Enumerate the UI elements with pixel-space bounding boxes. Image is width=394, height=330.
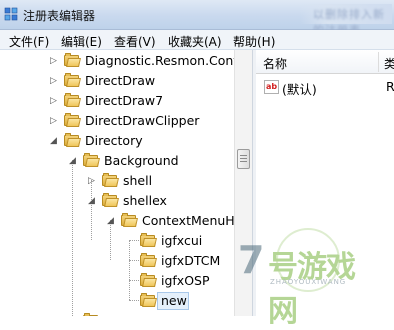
tree-item-directdrawclipper[interactable]: ▷ DirectDrawClipper bbox=[0, 111, 234, 131]
title-bar[interactable]: 注册表编辑器 以删除排入新的注册表... bbox=[0, 0, 394, 37]
expand-arrow-icon[interactable]: ▷ bbox=[88, 176, 98, 186]
tree-item-label: DirectDraw7 bbox=[85, 93, 164, 108]
column-separator[interactable] bbox=[378, 52, 379, 72]
values-list-pane[interactable]: 名称 类 ab (默认) R bbox=[256, 50, 394, 316]
expand-arrow-icon[interactable]: ▷ bbox=[50, 56, 60, 66]
tree-item-label: igfxcui bbox=[161, 233, 203, 248]
folder-icon bbox=[64, 53, 81, 67]
folder-icon bbox=[102, 173, 119, 187]
scrollbar-grip bbox=[240, 158, 247, 159]
tree-item-diagnostic-resmon-config[interactable]: ▷ Diagnostic.Resmon.Config bbox=[0, 51, 249, 71]
tree-item-label: DirectDrawClipper bbox=[85, 113, 200, 128]
tree-item-label: igfxDTCM bbox=[161, 253, 221, 268]
collapse-arrow-icon[interactable]: ◢ bbox=[69, 156, 79, 166]
column-header-type[interactable]: 类 bbox=[384, 55, 394, 72]
tree-item-label: shell bbox=[123, 173, 153, 188]
window-title: 注册表编辑器 bbox=[23, 9, 96, 23]
tree-item-partial bbox=[0, 311, 234, 316]
tree-item-new-selected[interactable]: new bbox=[0, 291, 234, 311]
column-header-row: 名称 类 bbox=[256, 50, 394, 74]
ab-string-icon: ab bbox=[264, 80, 279, 94]
scrollbar-grip bbox=[240, 161, 247, 162]
tree-item-label: new bbox=[161, 293, 187, 308]
tree-item-igfxosp[interactable]: igfxOSP bbox=[0, 271, 234, 291]
tree-item-directory[interactable]: ◢ Directory bbox=[0, 131, 234, 151]
collapse-arrow-icon[interactable]: ◢ bbox=[88, 196, 98, 206]
tree-item-igfxcui[interactable]: igfxcui bbox=[0, 231, 234, 251]
tree-item-igfxdtcm[interactable]: igfxDTCM bbox=[0, 251, 234, 271]
folder-icon bbox=[64, 133, 81, 147]
tree-item-shell[interactable]: ▷ shell bbox=[0, 171, 234, 191]
folder-icon bbox=[140, 293, 157, 307]
scrollbar-thumb[interactable] bbox=[237, 149, 250, 169]
folder-icon bbox=[83, 153, 100, 167]
folder-icon bbox=[140, 253, 157, 267]
folder-icon bbox=[121, 213, 138, 227]
menu-favorites[interactable]: 收藏夹(A) bbox=[168, 33, 222, 50]
value-type: R bbox=[386, 79, 394, 94]
tree-item-contextmenuhandlers[interactable]: ◢ ContextMenuHa bbox=[0, 211, 242, 231]
tree-item-label: shellex bbox=[123, 193, 167, 208]
column-header-name[interactable]: 名称 bbox=[263, 55, 287, 72]
registry-editor-icon bbox=[4, 7, 18, 21]
menu-bar: 文件(F) 编辑(E) 查看(V) 收藏夹(A) 帮助(H) bbox=[0, 30, 394, 50]
folder-icon bbox=[140, 233, 157, 247]
folder-icon bbox=[64, 113, 81, 127]
folder-icon bbox=[140, 273, 157, 287]
folder-icon bbox=[64, 93, 81, 107]
scrollbar-grip bbox=[240, 155, 247, 156]
tree-item-shellex[interactable]: ◢ shellex bbox=[0, 191, 234, 211]
menu-view[interactable]: 查看(V) bbox=[114, 33, 156, 50]
tree-item-background[interactable]: ◢ Background bbox=[0, 151, 234, 171]
collapse-arrow-icon[interactable]: ◢ bbox=[107, 216, 117, 226]
menu-help[interactable]: 帮助(H) bbox=[233, 33, 275, 50]
menu-file[interactable]: 文件(F) bbox=[9, 33, 49, 50]
collapse-arrow-icon[interactable]: ◢ bbox=[50, 136, 60, 146]
registry-tree-pane[interactable]: ▷ Diagnostic.Resmon.Config ▷ DirectDraw … bbox=[0, 50, 252, 316]
expand-arrow-icon[interactable]: ▷ bbox=[50, 76, 60, 86]
folder-icon bbox=[102, 193, 119, 207]
tree-item-directdraw[interactable]: ▷ DirectDraw bbox=[0, 71, 234, 91]
tree-item-label: ContextMenuHa bbox=[142, 213, 243, 228]
tree-vertical-scrollbar[interactable] bbox=[234, 50, 252, 316]
tree-item-label: igfxOSP bbox=[161, 273, 210, 288]
tree-item-label: Background bbox=[104, 153, 179, 168]
menu-edit[interactable]: 编辑(E) bbox=[61, 33, 102, 50]
tree-item-label: Diagnostic.Resmon.Config bbox=[85, 53, 250, 68]
expand-arrow-icon[interactable]: ▷ bbox=[50, 116, 60, 126]
expand-arrow-icon[interactable]: ▷ bbox=[50, 96, 60, 106]
tree-item-directdraw7[interactable]: ▷ DirectDraw7 bbox=[0, 91, 234, 111]
tree-item-label: DirectDraw bbox=[85, 73, 156, 88]
folder-icon bbox=[64, 73, 81, 87]
tree-item-label: Directory bbox=[85, 133, 143, 148]
value-name: (默认) bbox=[282, 82, 317, 97]
